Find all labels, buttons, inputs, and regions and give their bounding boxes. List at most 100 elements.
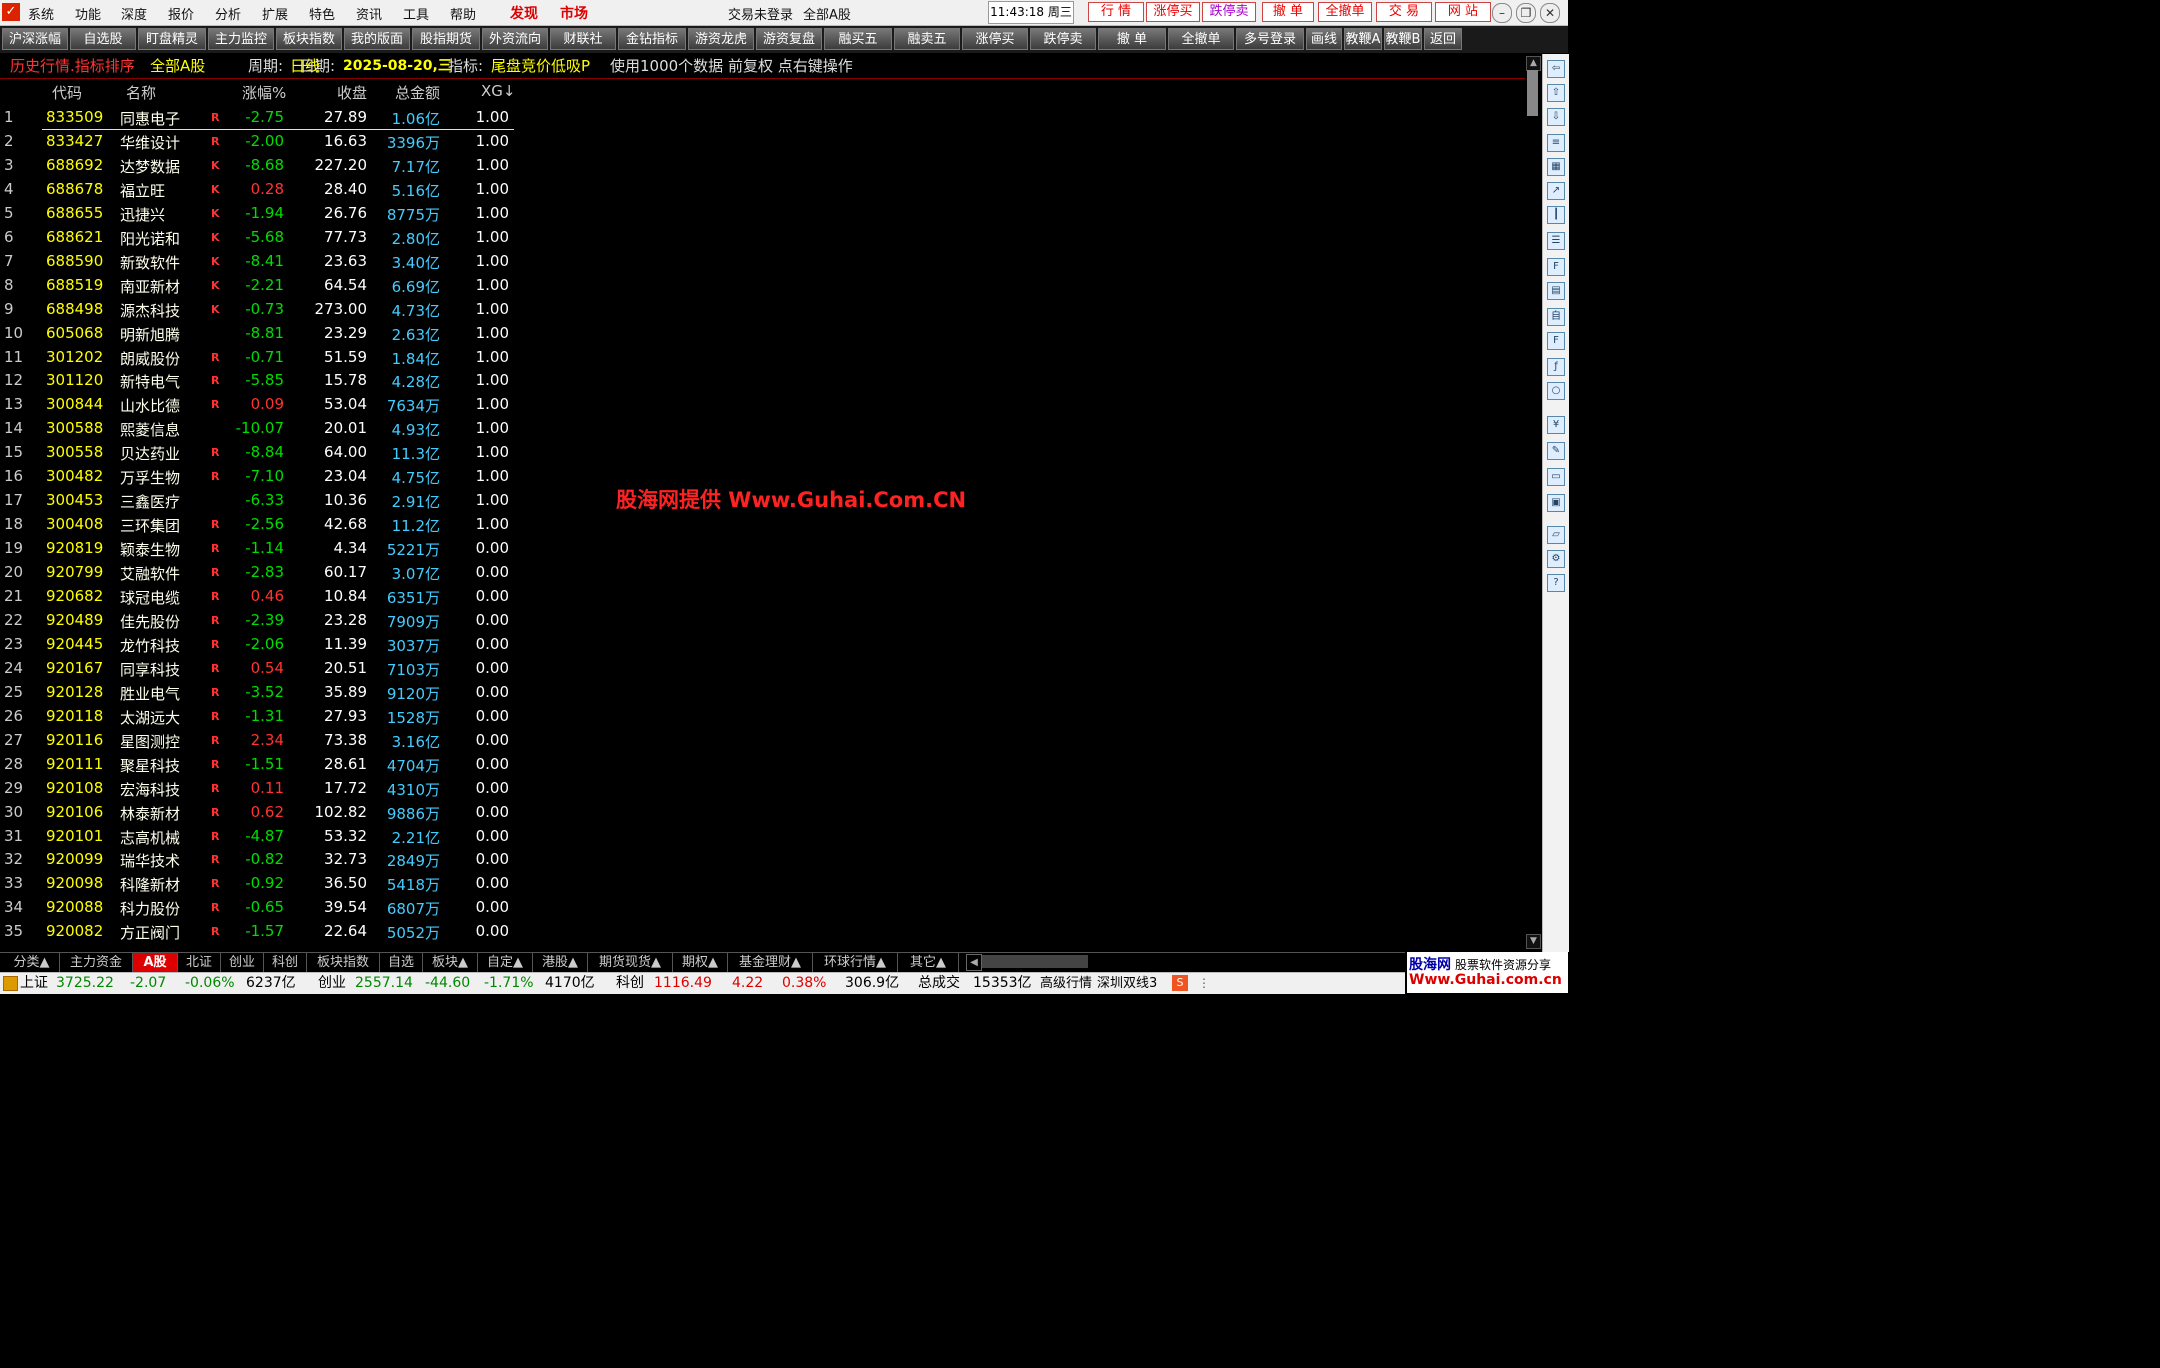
toolbar-button-cancel[interactable]: 撤 单 xyxy=(1098,28,1166,50)
self-select-icon[interactable]: 自 xyxy=(1547,308,1565,326)
toolbar-button-limit-down-sell[interactable]: 跌停卖 xyxy=(1030,28,1096,50)
toolbar-button-watchlist[interactable]: 自选股 xyxy=(70,28,136,50)
folder-icon[interactable]: ▱ xyxy=(1547,526,1565,544)
cancel-order-button[interactable]: 撤 单 xyxy=(1262,2,1314,22)
tab-bse[interactable]: 北证 xyxy=(178,953,221,972)
table-row[interactable]: 8 688519 南亚新材 K -2.21 64.54 6.69亿 1.00 xyxy=(0,274,515,298)
table-row[interactable]: 22 920489 佳先股份 R -2.39 23.28 7909万 0.00 xyxy=(0,609,515,633)
help-icon[interactable]: ? xyxy=(1547,574,1565,592)
table-row[interactable]: 29 920108 宏海科技 R 0.11 17.72 4310万 0.00 xyxy=(0,777,515,801)
toolbar-button-monitor-genie[interactable]: 盯盘精灵 xyxy=(138,28,206,50)
grid-table-icon[interactable]: ▦ xyxy=(1547,158,1565,176)
toolbar-button-cls[interactable]: 财联社 xyxy=(550,28,616,50)
back-arrow-icon[interactable]: ⇦ xyxy=(1547,60,1565,78)
menu-discover[interactable]: 发现 xyxy=(510,3,538,23)
menu-news[interactable]: 资讯 xyxy=(356,4,382,23)
table-row[interactable]: 5 688655 迅捷兴 K -1.94 26.76 8775万 1.00 xyxy=(0,202,515,226)
table-row[interactable]: 14 300588 熙菱信息 -10.07 20.01 4.93亿 1.00 xyxy=(0,417,515,441)
document-icon[interactable]: ▭ xyxy=(1547,468,1565,486)
calculator-icon[interactable]: ▣ xyxy=(1547,494,1565,512)
scroll-up-icon[interactable]: ▲ xyxy=(1526,56,1541,71)
toolbar-button-draw-line[interactable]: 画线 xyxy=(1306,28,1342,50)
status-icon[interactable] xyxy=(3,976,18,991)
table-row[interactable]: 25 920128 胜业电气 R -3.52 35.89 9120万 0.00 xyxy=(0,681,515,705)
table-row[interactable]: 35 920082 方正阀门 R -1.57 22.64 5052万 0.00 xyxy=(0,920,515,944)
col-header-close[interactable]: 收盘 xyxy=(337,82,367,103)
table-row[interactable]: 7 688590 新致软件 K -8.41 23.63 3.40亿 1.00 xyxy=(0,250,515,274)
table-row[interactable]: 3 688692 达梦数据 K -8.68 227.20 7.17亿 1.00 xyxy=(0,154,515,178)
table-row[interactable]: 32 920099 瑞华技术 R -0.82 32.73 2849万 0.00 xyxy=(0,848,515,872)
table-row[interactable]: 21 920682 球冠电缆 R 0.46 10.84 6351万 0.00 xyxy=(0,585,515,609)
table-row[interactable]: 26 920118 太湖远大 R -1.31 27.93 1528万 0.00 xyxy=(0,705,515,729)
formula-icon[interactable]: ƒ xyxy=(1547,358,1565,376)
tab-a-shares[interactable]: A股 xyxy=(133,953,178,972)
table-row[interactable]: 16 300482 万孚生物 R -7.10 23.04 4.75亿 1.00 xyxy=(0,465,515,489)
money-icon[interactable]: ¥ xyxy=(1547,416,1565,434)
toolbar-button-index-futures[interactable]: 股指期货 xyxy=(412,28,480,50)
info-list-icon[interactable]: ☰ xyxy=(1547,232,1565,250)
tab-other[interactable]: 其它▲ xyxy=(898,953,959,972)
table-row[interactable]: 34 920088 科力股份 R -0.65 39.54 6807万 0.00 xyxy=(0,896,515,920)
vertical-scrollbar[interactable]: ▲ ▼ xyxy=(1525,54,1541,952)
limit-down-sell-button[interactable]: 跌停卖 xyxy=(1202,2,1256,22)
expand-icon[interactable]: ⋮ xyxy=(1198,973,1210,994)
app-logo-icon[interactable]: ✓ xyxy=(2,3,20,21)
col-header-change[interactable]: 涨幅% xyxy=(242,82,286,103)
tools-icon[interactable]: ⚙ xyxy=(1547,550,1565,568)
toolbar-button-sector-index[interactable]: 板块指数 xyxy=(276,28,342,50)
toolbar-button-hs-gainers[interactable]: 沪深涨幅 xyxy=(2,28,68,50)
table-row[interactable]: 28 920111 聚星科技 R -1.51 28.61 4704万 0.00 xyxy=(0,753,515,777)
table-row[interactable]: 13 300844 山水比德 R 0.09 53.04 7634万 1.00 xyxy=(0,393,515,417)
menu-function[interactable]: 功能 xyxy=(75,4,101,23)
table-row[interactable]: 20 920799 艾融软件 R -2.83 60.17 3.07亿 0.00 xyxy=(0,561,515,585)
table-row[interactable]: 19 920819 颖泰生物 R -1.14 4.34 5221万 0.00 xyxy=(0,537,515,561)
input-method-icon[interactable]: S xyxy=(1172,975,1188,991)
cy-name[interactable]: 创业 xyxy=(318,973,346,994)
tab-options[interactable]: 期权▲ xyxy=(673,953,728,972)
toolbar-button-diamond[interactable]: 金钻指标 xyxy=(618,28,686,50)
table-row[interactable]: 18 300408 三环集团 R -2.56 42.68 11.2亿 1.00 xyxy=(0,513,515,537)
website-button[interactable]: 网 站 xyxy=(1435,2,1491,22)
toolbar-button-foreign-flow[interactable]: 外资流向 xyxy=(482,28,548,50)
toolbar-button-my-layout[interactable]: 我的版面 xyxy=(344,28,410,50)
tab-category[interactable]: 分类▲ xyxy=(4,953,60,972)
tab-sector[interactable]: 板块▲ xyxy=(423,953,478,972)
tab-hk[interactable]: 港股▲ xyxy=(533,953,588,972)
tab-chinext[interactable]: 创业 xyxy=(221,953,264,972)
cancel-all-button[interactable]: 全撤单 xyxy=(1318,2,1372,22)
restore-icon[interactable]: ❐ xyxy=(1516,3,1536,23)
table-row[interactable]: 17 300453 三鑫医疗 -6.33 10.36 2.91亿 1.00 xyxy=(0,489,515,513)
edit-icon[interactable]: ✎ xyxy=(1547,442,1565,460)
toolbar-button-back[interactable]: 返回 xyxy=(1424,28,1462,50)
toolbar-button-limit-up-buy[interactable]: 涨停买 xyxy=(962,28,1028,50)
down-arrow-icon[interactable]: ⇩ xyxy=(1547,108,1565,126)
menu-quote[interactable]: 报价 xyxy=(168,4,194,23)
tab-scrollbar[interactable] xyxy=(982,955,1088,968)
menu-help[interactable]: 帮助 xyxy=(450,4,476,23)
minimize-icon[interactable]: – xyxy=(1492,3,1512,23)
f10-icon[interactable]: F xyxy=(1547,258,1565,276)
col-header-xg[interactable]: XG↓ xyxy=(481,82,515,100)
toolbar-button-pointer-b[interactable]: 教鞭B xyxy=(1384,28,1422,50)
up-arrow-icon[interactable]: ⇧ xyxy=(1547,84,1565,102)
tab-global[interactable]: 环球行情▲ xyxy=(813,953,898,972)
kc-name[interactable]: 科创 xyxy=(616,973,644,994)
col-header-name[interactable]: 名称 xyxy=(126,82,156,103)
tab-sector-index[interactable]: 板块指数 xyxy=(307,953,380,972)
line-chart-icon[interactable]: ↗ xyxy=(1547,182,1565,200)
table-row[interactable]: 33 920098 科隆新材 R -0.92 36.50 5418万 0.00 xyxy=(0,872,515,896)
menu-market[interactable]: 市场 xyxy=(560,3,588,23)
tab-main-capital[interactable]: 主力资金 xyxy=(60,953,133,972)
toolbar-button-pointer-a[interactable]: 教鞭A xyxy=(1344,28,1382,50)
tab-star[interactable]: 科创 xyxy=(264,953,307,972)
report-icon[interactable]: ▤ xyxy=(1547,282,1565,300)
f12-icon[interactable]: F xyxy=(1547,332,1565,350)
toolbar-button-margin-sell5[interactable]: 融卖五 xyxy=(894,28,960,50)
table-row[interactable]: 11 301202 朗威股份 R -0.71 51.59 1.84亿 1.00 xyxy=(0,346,515,370)
table-row[interactable]: 27 920116 星图测控 R 2.34 73.38 3.16亿 0.00 xyxy=(0,729,515,753)
toolbar-button-cancel-all[interactable]: 全撤单 xyxy=(1168,28,1234,50)
table-row[interactable]: 12 301120 新特电气 R -5.85 15.78 4.28亿 1.00 xyxy=(0,369,515,393)
menu-system[interactable]: 系统 xyxy=(28,4,54,23)
menu-depth[interactable]: 深度 xyxy=(121,4,147,23)
table-row[interactable]: 9 688498 源杰科技 K -0.73 273.00 4.73亿 1.00 xyxy=(0,298,515,322)
